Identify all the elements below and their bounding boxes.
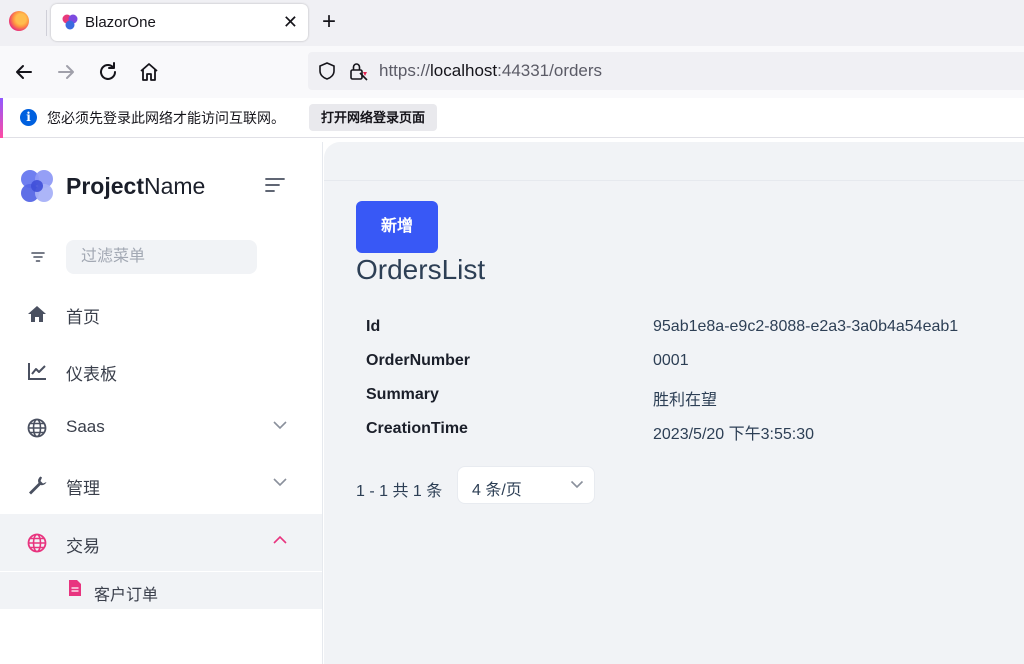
sidebar-subitem-label: 客户订单 [94, 587, 159, 604]
tab-close-icon[interactable]: ✕ [283, 10, 298, 34]
globe-icon [27, 418, 47, 438]
home-button-icon[interactable] [136, 59, 162, 85]
globe-icon [27, 533, 47, 553]
file-icon [69, 580, 81, 596]
sidebar-item-saas[interactable]: Saas [0, 399, 322, 456]
sidebar-subitem-customer-orders[interactable]: 客户订单 [0, 572, 322, 609]
menu-collapse-icon[interactable] [264, 177, 286, 193]
menu-filter-input[interactable] [66, 240, 257, 274]
new-tab-icon[interactable]: + [322, 8, 336, 36]
open-login-page-button[interactable]: 打开网络登录页面 [309, 104, 437, 131]
chevron-down-icon [273, 421, 287, 430]
home-icon [28, 306, 46, 322]
sidebar-item-trade[interactable]: 交易 [0, 514, 322, 571]
notification-accent [0, 98, 3, 138]
field-value: 95ab1e8a-e9c2-8088-e2a3-3a0b4a54eab1 [653, 318, 959, 335]
notification-text: 您必须先登录此网络才能访问互联网。 [47, 110, 285, 126]
reload-icon[interactable] [95, 59, 121, 85]
field-value: 2023/5/20 下午3:55:30 [653, 426, 815, 443]
page-size-select[interactable]: 4 条/页 [457, 466, 595, 504]
browser-tab-bar: BlazorOne ✕ + [0, 0, 1024, 46]
brand-logo-icon [21, 170, 53, 202]
detail-row-order-number: OrderNumber 0001 [366, 346, 1016, 380]
field-value: 0001 [653, 352, 689, 369]
chevron-down-icon [570, 480, 584, 489]
field-label: CreationTime [366, 420, 468, 437]
browser-nav-bar: https://localhost:44331/orders [0, 46, 1024, 98]
insecure-lock-icon[interactable] [348, 61, 368, 81]
sidebar-item-label: 仪表板 [66, 365, 117, 384]
chevron-down-icon [273, 478, 287, 487]
firefox-icon[interactable] [9, 11, 29, 31]
wrench-icon [29, 476, 47, 495]
detail-row-summary: Summary 胜利在望 [366, 380, 1016, 414]
info-icon: i [20, 109, 37, 126]
sidebar-item-label: 管理 [66, 479, 100, 498]
field-value: 胜利在望 [653, 392, 718, 409]
detail-row-id: Id 95ab1e8a-e9c2-8088-e2a3-3a0b4a54eab1 [366, 312, 1016, 346]
field-label: Id [366, 318, 381, 335]
page-title: OrdersList [356, 254, 486, 285]
sidebar-item-admin[interactable]: 管理 [0, 456, 322, 513]
sidebar-item-label: 交易 [66, 537, 100, 556]
main-content: 新增 OrdersList Id 95ab1e8a-e9c2-8088-e2a3… [324, 142, 1024, 664]
field-label: Summary [366, 386, 439, 403]
chart-line-icon [28, 363, 46, 380]
pagination-info: 1 - 1 共 1 条 [356, 483, 443, 500]
filter-icon [31, 252, 45, 262]
sidebar: ProjectName 首页 仪表板 Saas [0, 142, 323, 664]
chevron-up-icon [273, 535, 287, 544]
tab-separator [46, 10, 47, 36]
tracking-shield-icon[interactable] [317, 61, 337, 81]
tab-title: BlazorOne [85, 14, 156, 31]
blazor-favicon-icon [62, 14, 78, 30]
detail-row-creation-time: CreationTime 2023/5/20 下午3:55:30 [366, 414, 1016, 448]
add-button[interactable]: 新增 [356, 201, 438, 253]
sidebar-item-label: Saas [66, 417, 105, 436]
url-text[interactable]: https://localhost:44331/orders [379, 61, 602, 81]
sidebar-item-home[interactable]: 首页 [0, 285, 322, 342]
browser-tab[interactable]: BlazorOne ✕ [51, 4, 308, 41]
brand-name: ProjectName [66, 173, 206, 199]
field-label: OrderNumber [366, 352, 471, 369]
sidebar-item-dashboard[interactable]: 仪表板 [0, 342, 322, 399]
page-size-value: 4 条/页 [472, 482, 522, 499]
captive-portal-notification: i 您必须先登录此网络才能访问互联网。 打开网络登录页面 [0, 98, 1024, 138]
forward-icon[interactable] [53, 59, 79, 85]
url-bar[interactable]: https://localhost:44331/orders [308, 52, 1024, 90]
back-icon[interactable] [11, 59, 37, 85]
sidebar-item-label: 首页 [66, 308, 100, 327]
toolbar-divider [324, 180, 1024, 181]
